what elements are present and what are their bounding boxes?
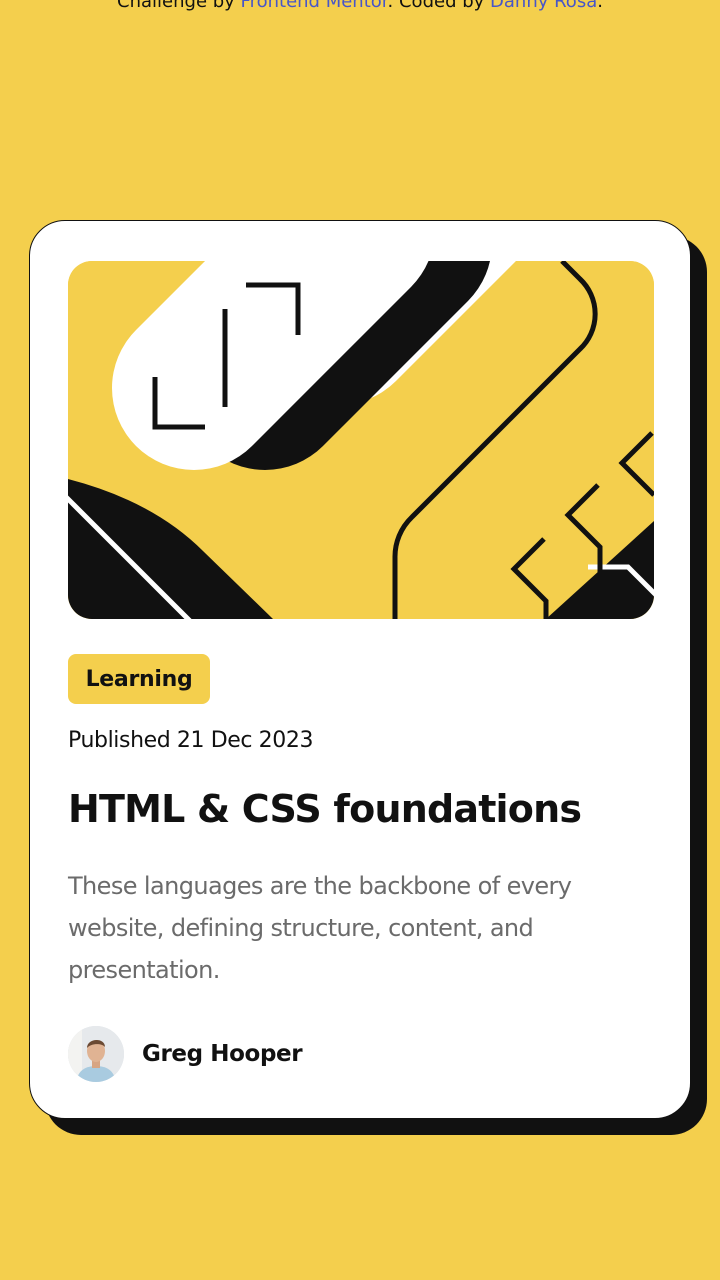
category-tag[interactable]: Learning [68, 654, 210, 704]
published-date: Published 21 Dec 2023 [68, 728, 314, 753]
avatar [68, 1026, 124, 1082]
attribution-middle: . Coded by [387, 0, 491, 12]
hero-illustration [68, 261, 654, 619]
author: Greg Hooper [68, 1026, 303, 1082]
card-title[interactable]: HTML & CSS foundations [68, 784, 582, 834]
blog-preview-card: Learning Published 21 Dec 2023 HTML & CS… [29, 220, 691, 1119]
coder-link[interactable]: Danny Rosa [490, 0, 597, 12]
attribution-footer: Challenge by Frontend Mentor. Coded by D… [0, 0, 720, 13]
author-photo-icon [68, 1026, 124, 1082]
attribution-suffix: . [597, 0, 603, 12]
author-name[interactable]: Greg Hooper [142, 1041, 303, 1067]
challenge-link[interactable]: Frontend Mentor [241, 0, 388, 12]
card-description: These languages are the backbone of ever… [68, 872, 572, 984]
abstract-illustration-icon [68, 261, 654, 619]
attribution-prefix: Challenge by [117, 0, 241, 12]
